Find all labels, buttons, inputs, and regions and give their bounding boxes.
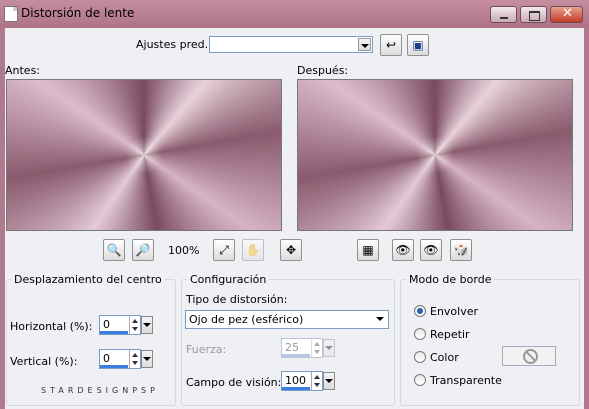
fov-value: 100 (285, 374, 306, 387)
after-preview (297, 79, 573, 231)
horizontal-stepper[interactable] (129, 316, 140, 334)
save-icon: ▣ (412, 38, 424, 52)
strength-label: Fuerza: (186, 343, 227, 356)
before-preview[interactable] (6, 79, 282, 231)
center-offset-title: Desplazamiento del centro (11, 273, 165, 286)
distortion-type-select[interactable]: Ojo de pez (esférico) (185, 310, 389, 329)
eye-lock-icon: 👁 (395, 243, 411, 257)
config-title: Configuración (187, 273, 270, 286)
proof-button[interactable]: 👁 (392, 239, 414, 261)
dialog-content: Ajustes pred.: ↩ ▣ Antes: Después: 🔍 🔎 1… (5, 28, 584, 409)
vertical-label: Vertical (%): (10, 355, 78, 368)
presets-combo[interactable] (209, 36, 373, 53)
chevron-down-icon[interactable] (323, 339, 335, 357)
radio-wrap-label[interactable]: Envolver (430, 305, 478, 318)
split-view-button[interactable]: ▦ (357, 239, 379, 261)
radio-transparent[interactable] (414, 374, 426, 386)
chevron-down-icon (358, 38, 371, 51)
zoom-out-button[interactable]: 🔎 (132, 239, 154, 261)
close-button[interactable]: ✕ (550, 6, 583, 23)
dialog-window: Distorsión de lente ✕ Ajustes pred.: ↩ ▣… (0, 0, 589, 409)
vertical-stepper[interactable] (129, 350, 140, 368)
save-preset-button[interactable]: ▣ (407, 34, 429, 56)
chevron-down-icon[interactable] (323, 372, 335, 390)
zoom-out-icon: 🔎 (135, 243, 151, 257)
minimize-button[interactable] (490, 6, 517, 23)
split-view-icon: ▦ (362, 243, 374, 257)
pan-button[interactable]: ✋ (242, 239, 264, 261)
distortion-type-label: Tipo de distorsión: (186, 293, 288, 306)
randomize-button[interactable]: 🎲 (450, 239, 472, 261)
reset-button[interactable]: ↩ (380, 34, 402, 56)
close-icon: ✕ (562, 6, 573, 21)
reset-icon: ↩ (385, 38, 397, 52)
auto-proof-button[interactable]: 👁 (420, 239, 442, 261)
strength-slider[interactable] (282, 354, 310, 357)
window-title: Distorsión de lente (21, 6, 135, 20)
strength-field[interactable]: 25 (281, 338, 335, 358)
chevron-down-icon (374, 312, 387, 327)
maximize-icon (529, 11, 540, 21)
horizontal-field[interactable]: 0 (99, 315, 153, 335)
horizontal-value: 0 (103, 318, 110, 331)
fov-label: Campo de visión: (186, 376, 282, 389)
edge-mode-title: Modo de borde (406, 273, 495, 286)
strength-stepper[interactable] (311, 339, 322, 357)
zoom-level: 100% (168, 244, 200, 257)
eye-icon: 👁 (423, 243, 439, 257)
strength-value: 25 (285, 341, 299, 354)
horizontal-slider[interactable] (100, 331, 128, 334)
app-icon (4, 6, 18, 22)
radio-color-label[interactable]: Color (430, 351, 459, 364)
radio-repeat-label[interactable]: Repetir (430, 328, 470, 341)
horizontal-label: Horizontal (%): (10, 320, 93, 333)
vertical-value: 0 (103, 352, 110, 365)
after-label: Después: (297, 64, 349, 77)
radio-transparent-label[interactable]: Transparente (430, 374, 502, 387)
presets-label: Ajustes pred.: (136, 38, 212, 51)
zoom-in-icon: 🔍 (106, 243, 122, 257)
vertical-field[interactable]: 0 (99, 349, 153, 369)
radio-wrap[interactable] (414, 305, 426, 317)
watermark: STARDESIGNPSP (41, 386, 159, 395)
fit-button[interactable]: ⤢ (213, 239, 235, 261)
fov-field[interactable]: 100 (281, 371, 335, 391)
minimize-icon (500, 17, 508, 19)
chevron-down-icon[interactable] (141, 316, 153, 334)
hand-icon: ✋ (245, 243, 261, 257)
move-button[interactable]: ✥ (280, 239, 302, 261)
chevron-down-icon[interactable] (141, 350, 153, 368)
title-bar: Distorsión de lente ✕ (0, 0, 589, 28)
randomize-icon: 🎲 (453, 243, 469, 257)
before-label: Antes: (5, 64, 41, 77)
radio-repeat[interactable] (414, 328, 426, 340)
move-icon: ✥ (285, 243, 297, 257)
fit-icon: ⤢ (219, 243, 229, 257)
vertical-slider[interactable] (100, 365, 128, 368)
color-swatch[interactable] (502, 346, 556, 366)
fov-slider[interactable] (282, 387, 310, 390)
none-icon (523, 349, 538, 364)
zoom-in-button[interactable]: 🔍 (103, 239, 125, 261)
radio-color[interactable] (414, 351, 426, 363)
fov-stepper[interactable] (311, 372, 322, 390)
distortion-type-value: Ojo de pez (esférico) (189, 313, 304, 326)
maximize-button[interactable] (520, 6, 547, 23)
